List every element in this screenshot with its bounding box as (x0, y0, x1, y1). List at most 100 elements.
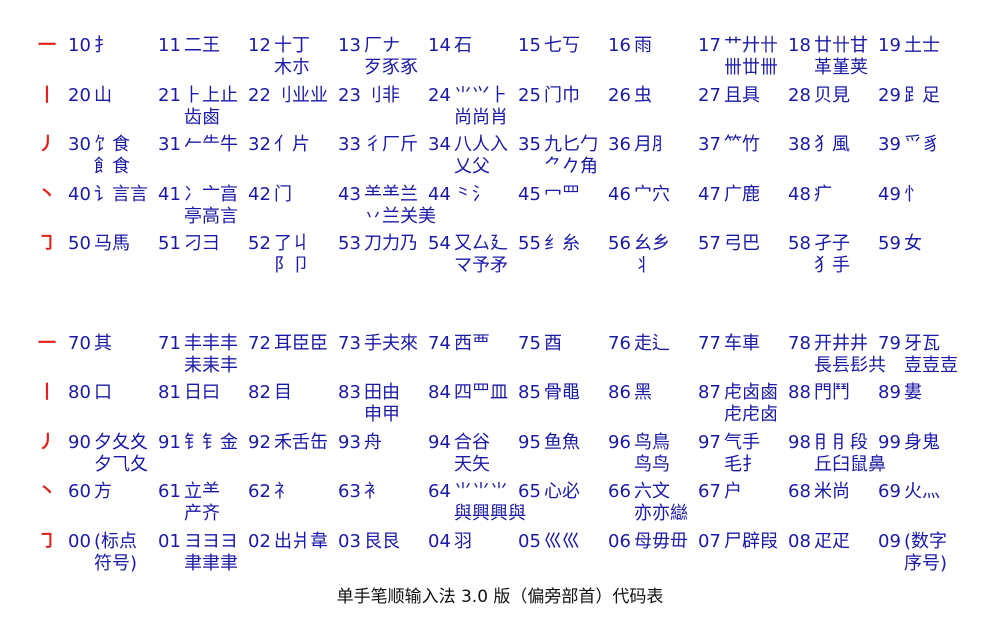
cell-code: 84 (428, 382, 451, 403)
cell-radicals-line1: 刁⺕ (184, 233, 220, 254)
cell-radicals-line1: 户 (724, 481, 742, 502)
cell-radicals-line1: 日曰 (184, 382, 220, 403)
cell-radicals-line2: 鸟鸟 (634, 454, 670, 475)
cell-code: 69 (878, 481, 901, 502)
cell-radicals-line1: 艮艮 (364, 531, 400, 552)
cell-radicals-line1: 目 (274, 382, 292, 403)
cell-radicals-line1: 酉 (544, 333, 562, 354)
cell-code: 82 (248, 382, 271, 403)
cell-radicals-line1: 黑 (634, 382, 652, 403)
cell-radicals-line1: 衤 (364, 481, 382, 502)
cell-code: 79 (878, 333, 901, 354)
cell-radicals-line1: 刀力乃 (364, 233, 418, 254)
cell-code: 09 (878, 531, 901, 552)
cell-radicals-line1: 宀穴 (634, 184, 670, 205)
cell-radicals-line1: 方 (94, 481, 112, 502)
cell-code: 70 (68, 333, 91, 354)
table-caption: 单手笔顺输入法 3.0 版（偏旁部首）代码表 (336, 587, 664, 607)
cell-radicals-line1: 车車 (724, 333, 760, 354)
cell-code: 68 (788, 481, 811, 502)
cell-code: 32 (248, 134, 271, 155)
cell-radicals-line1: 刂业业 (274, 85, 328, 106)
cell-radicals-line2: マ予矛 (454, 255, 508, 276)
cell-radicals-line2: ⺦ (634, 255, 652, 276)
stroke-marker: 丶 (38, 184, 56, 205)
cell-radicals-line1: 孑子 (814, 233, 850, 254)
cell-radicals-line1: 其 (94, 333, 112, 354)
cell-radicals-line1: 夕夂夊 (94, 432, 148, 453)
stroke-marker: ㇆ (38, 233, 56, 254)
cell-code: 77 (698, 333, 721, 354)
cell-code: 34 (428, 134, 451, 155)
cell-code: 17 (698, 35, 721, 56)
cell-radicals-line1: 刂非 (364, 85, 400, 106)
cell-code: 52 (248, 233, 271, 254)
cell-radicals-line1: (数字 (904, 531, 948, 552)
cell-code: 41 (158, 184, 181, 205)
stroke-marker: 丨 (38, 85, 56, 106)
cell-code: 75 (518, 333, 541, 354)
cell-code: 66 (608, 481, 631, 502)
cell-code: 14 (428, 35, 451, 56)
cell-code: 67 (698, 481, 721, 502)
cell-radicals-line2: 乂父 (454, 156, 490, 177)
cell-radicals-line1: 鱼魚 (544, 432, 580, 453)
cell-radicals-line1: 疒 (814, 184, 832, 205)
cell-radicals-line1: 彳厂斤 (364, 134, 418, 155)
cell-radicals-line1: 二王 (184, 35, 220, 56)
cell-code: 78 (788, 333, 811, 354)
cell-code: 91 (158, 432, 181, 453)
cell-code: 45 (518, 184, 541, 205)
table-row: 丿 30 饣食 飠食 31 𠂉⺧牛 32 亻片 33 彳厂斤 34 八人入 乂父 35 九匕勹 ⺈𠂊角 36 月⺼… (0, 133, 1000, 181)
cell-radicals-line1: 忄 (904, 184, 922, 205)
cell-radicals-line1: 爫豸 (904, 134, 940, 155)
cell-radicals-line1: 讠言言 (94, 184, 148, 205)
cell-code: 27 (698, 85, 721, 106)
cell-radicals-line1: 马馬 (94, 233, 130, 254)
cell-radicals-line1: 母毋毌 (634, 531, 688, 552)
cell-radicals-line1: 雨 (634, 35, 652, 56)
cell-radicals-line1: 月⺼ (634, 134, 670, 155)
cell-code: 83 (338, 382, 361, 403)
cell-radicals-line2: ⺨手 (814, 255, 850, 276)
cell-code: 19 (878, 35, 901, 56)
cell-radicals-line1: 女 (904, 233, 922, 254)
cell-code: 89 (878, 382, 901, 403)
cell-code: 73 (338, 333, 361, 354)
cell-radicals-line2: 天矢 (454, 454, 490, 475)
cell-radicals-line1: 八人入 (454, 134, 508, 155)
cell-code: 11 (158, 35, 181, 56)
cell-code: 64 (428, 481, 451, 502)
cell-radicals-line1: ⺀氵 (454, 184, 490, 205)
cell-radicals-line1: ⺌⺍⺊ (454, 85, 508, 106)
cell-radicals-line2: 丷兰关美 (364, 206, 436, 227)
cell-radicals-line2: 申甲 (364, 404, 400, 425)
cell-radicals-line1: 礻 (274, 481, 292, 502)
cell-code: 06 (608, 531, 631, 552)
cell-code: 85 (518, 382, 541, 403)
cell-code: 36 (608, 134, 631, 155)
cell-radicals-line1: 火灬 (904, 481, 940, 502)
cell-code: 01 (158, 531, 181, 552)
cell-code: 72 (248, 333, 271, 354)
cell-radicals-line2: 阝卩 (274, 255, 310, 276)
cell-code: 42 (248, 184, 271, 205)
table-row: 一 10 扌 11 二王 12 十丁 木朩 13 厂ナ 歹豕豖 14 石 15 七丂 16 雨 17 艹廾卄 卌丗卌 1… (0, 34, 1000, 82)
cell-radicals-line2: 尚尚肖 (454, 107, 508, 128)
cell-radicals-line1: 幺乡 (634, 233, 670, 254)
cell-radicals-line2: 产齐 (184, 503, 220, 524)
cell-code: 86 (608, 382, 631, 403)
cell-radicals-line1: 疋疋 (814, 531, 850, 552)
cell-radicals-line1: 石 (454, 35, 472, 56)
cell-radicals-line2: ⺈𠂊角 (544, 156, 598, 177)
cell-code: 71 (158, 333, 181, 354)
cell-code: 13 (338, 35, 361, 56)
cell-radicals-line1: 合谷 (454, 432, 490, 453)
cell-code: 60 (68, 481, 91, 502)
cell-code: 51 (158, 233, 181, 254)
cell-radicals-line1: 开井井 (814, 333, 868, 354)
cell-code: 56 (608, 233, 631, 254)
stroke-marker: 丿 (38, 134, 56, 155)
cell-code: 00 (68, 531, 91, 552)
cell-code: 40 (68, 184, 91, 205)
